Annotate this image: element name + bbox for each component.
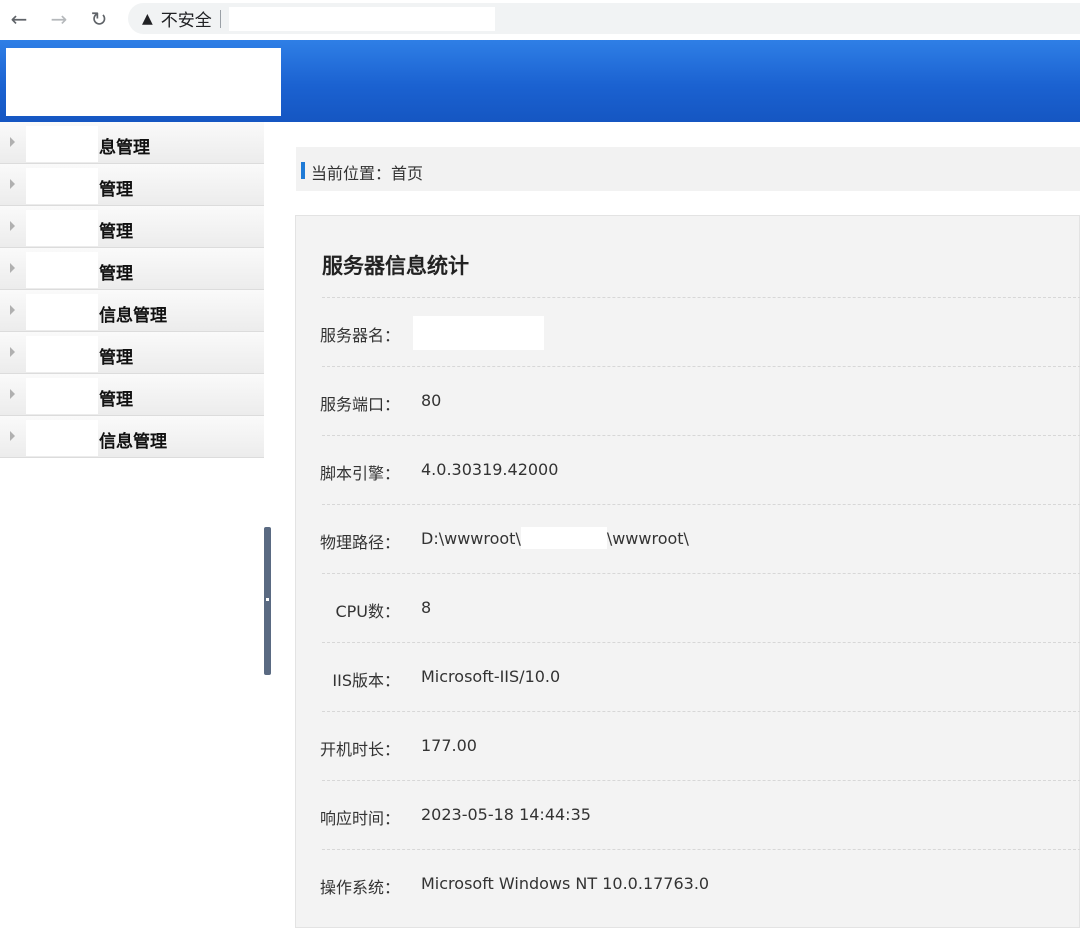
- info-value: Microsoft-IIS/10.0: [421, 667, 561, 686]
- sidebar-item-label: 管理: [99, 348, 133, 368]
- sidebar: 息管理 管理 管理 管理 信息管理 管理 管理 信息管理: [0, 122, 264, 928]
- sidebar-item-3[interactable]: 管理: [0, 206, 264, 248]
- reload-icon[interactable]: ↻: [86, 6, 112, 32]
- info-list: 服务器名： 服务端口： 80 脚本引擎： 4.0.30319.42000 物理路…: [319, 297, 1080, 918]
- sidebar-item-label: 管理: [99, 390, 133, 410]
- info-key: 物理路径：: [319, 533, 400, 552]
- address-bar[interactable]: ▲ 不安全: [128, 3, 1080, 34]
- arrow-right-icon[interactable]: →: [46, 6, 72, 32]
- sidebar-item-8[interactable]: 信息管理: [0, 416, 264, 458]
- info-key: 开机时长：: [319, 740, 400, 759]
- sidebar-item-6[interactable]: 管理: [0, 332, 264, 374]
- sidebar-item-1[interactable]: 息管理: [0, 122, 264, 164]
- info-key: CPU数：: [335, 602, 400, 621]
- sidebar-item-label: 管理: [99, 222, 133, 242]
- sidebar-item-label: 管理: [99, 264, 133, 284]
- triangle-right-icon: [10, 431, 15, 441]
- triangle-right-icon: [10, 305, 15, 315]
- sidebar-item-label: 信息管理: [99, 432, 167, 452]
- breadcrumb: 当前位置：首页: [296, 147, 1080, 191]
- label-redacted: [26, 294, 98, 330]
- sidebar-item-2[interactable]: 管理: [0, 164, 264, 206]
- logo-redacted: [6, 48, 281, 116]
- triangle-right-icon: [10, 389, 15, 399]
- url-redacted[interactable]: [228, 6, 495, 31]
- info-key: 服务器名：: [319, 326, 400, 345]
- triangle-right-icon: [10, 347, 15, 357]
- info-value: 8: [421, 598, 432, 617]
- info-value: Microsoft Windows NT 10.0.17763.0: [421, 874, 710, 893]
- page-title: 服务器信息统计: [322, 254, 469, 278]
- triangle-right-icon: [10, 263, 15, 273]
- info-row-uptime: 开机时长： 177.00: [319, 711, 1080, 780]
- info-key: 响应时间：: [319, 809, 400, 828]
- path-redacted: [520, 527, 607, 549]
- label-redacted: [26, 210, 98, 246]
- label-redacted: [26, 420, 98, 456]
- info-row-port: 服务端口： 80: [319, 366, 1080, 435]
- splitter: [264, 122, 274, 928]
- info-value: 4.0.30319.42000: [421, 460, 559, 479]
- info-key: 服务端口：: [319, 395, 400, 414]
- server-name-redacted: [413, 316, 544, 350]
- label-redacted: [26, 378, 98, 414]
- triangle-right-icon: [10, 179, 15, 189]
- breadcrumb-text: 当前位置：首页: [311, 164, 424, 183]
- info-row-response-time: 响应时间： 2023-05-18 14:44:35: [319, 780, 1080, 849]
- collapse-arrow-icon: [266, 598, 269, 601]
- info-value: D:\wwwroot\ \wwwroot\: [421, 527, 689, 549]
- info-value: 80: [421, 391, 442, 410]
- sidebar-item-7[interactable]: 管理: [0, 374, 264, 416]
- sidebar-item-label: 息管理: [99, 138, 150, 158]
- triangle-right-icon: [10, 221, 15, 231]
- arrow-left-icon[interactable]: ←: [6, 6, 32, 32]
- sidebar-item-label: 管理: [99, 180, 133, 200]
- address-separator: [219, 9, 221, 28]
- triangle-right-icon: [10, 137, 15, 147]
- info-row-engine: 脚本引擎： 4.0.30319.42000: [319, 435, 1080, 504]
- info-key: 操作系统：: [319, 878, 400, 897]
- warning-triangle-icon[interactable]: ▲: [142, 11, 153, 27]
- info-value: 177.00: [421, 736, 477, 755]
- info-row-cpu: CPU数： 8: [322, 573, 1080, 642]
- server-info-panel: 服务器信息统计 服务器名： 服务端口： 80 脚本引擎： 4.0.30319.4…: [295, 215, 1080, 928]
- sidebar-item-label: 信息管理: [99, 306, 167, 326]
- info-row-server-name: 服务器名：: [319, 297, 1080, 366]
- info-row-os: 操作系统： Microsoft Windows NT 10.0.17763.0: [319, 849, 1080, 918]
- info-key: IIS版本：: [332, 671, 400, 690]
- info-key: 脚本引擎：: [319, 464, 400, 483]
- insecure-label[interactable]: 不安全: [161, 6, 212, 31]
- info-row-iis: IIS版本： Microsoft-IIS/10.0: [322, 642, 1080, 711]
- path-prefix: D:\wwwroot\: [421, 529, 521, 548]
- splitter-handle[interactable]: [264, 527, 271, 675]
- label-redacted: [26, 336, 98, 372]
- label-redacted: [26, 126, 98, 162]
- path-suffix: \wwwroot\: [606, 529, 689, 548]
- breadcrumb-marker: [301, 162, 305, 179]
- label-redacted: [26, 252, 98, 288]
- label-redacted: [26, 168, 98, 204]
- site-header: [0, 40, 1080, 122]
- browser-toolbar: ← → ↻ ▲ 不安全: [0, 0, 1080, 38]
- info-row-path: 物理路径： D:\wwwroot\ \wwwroot\: [319, 504, 1080, 573]
- sidebar-item-4[interactable]: 管理: [0, 248, 264, 290]
- info-value: 2023-05-18 14:44:35: [421, 805, 591, 824]
- sidebar-item-5[interactable]: 信息管理: [0, 290, 264, 332]
